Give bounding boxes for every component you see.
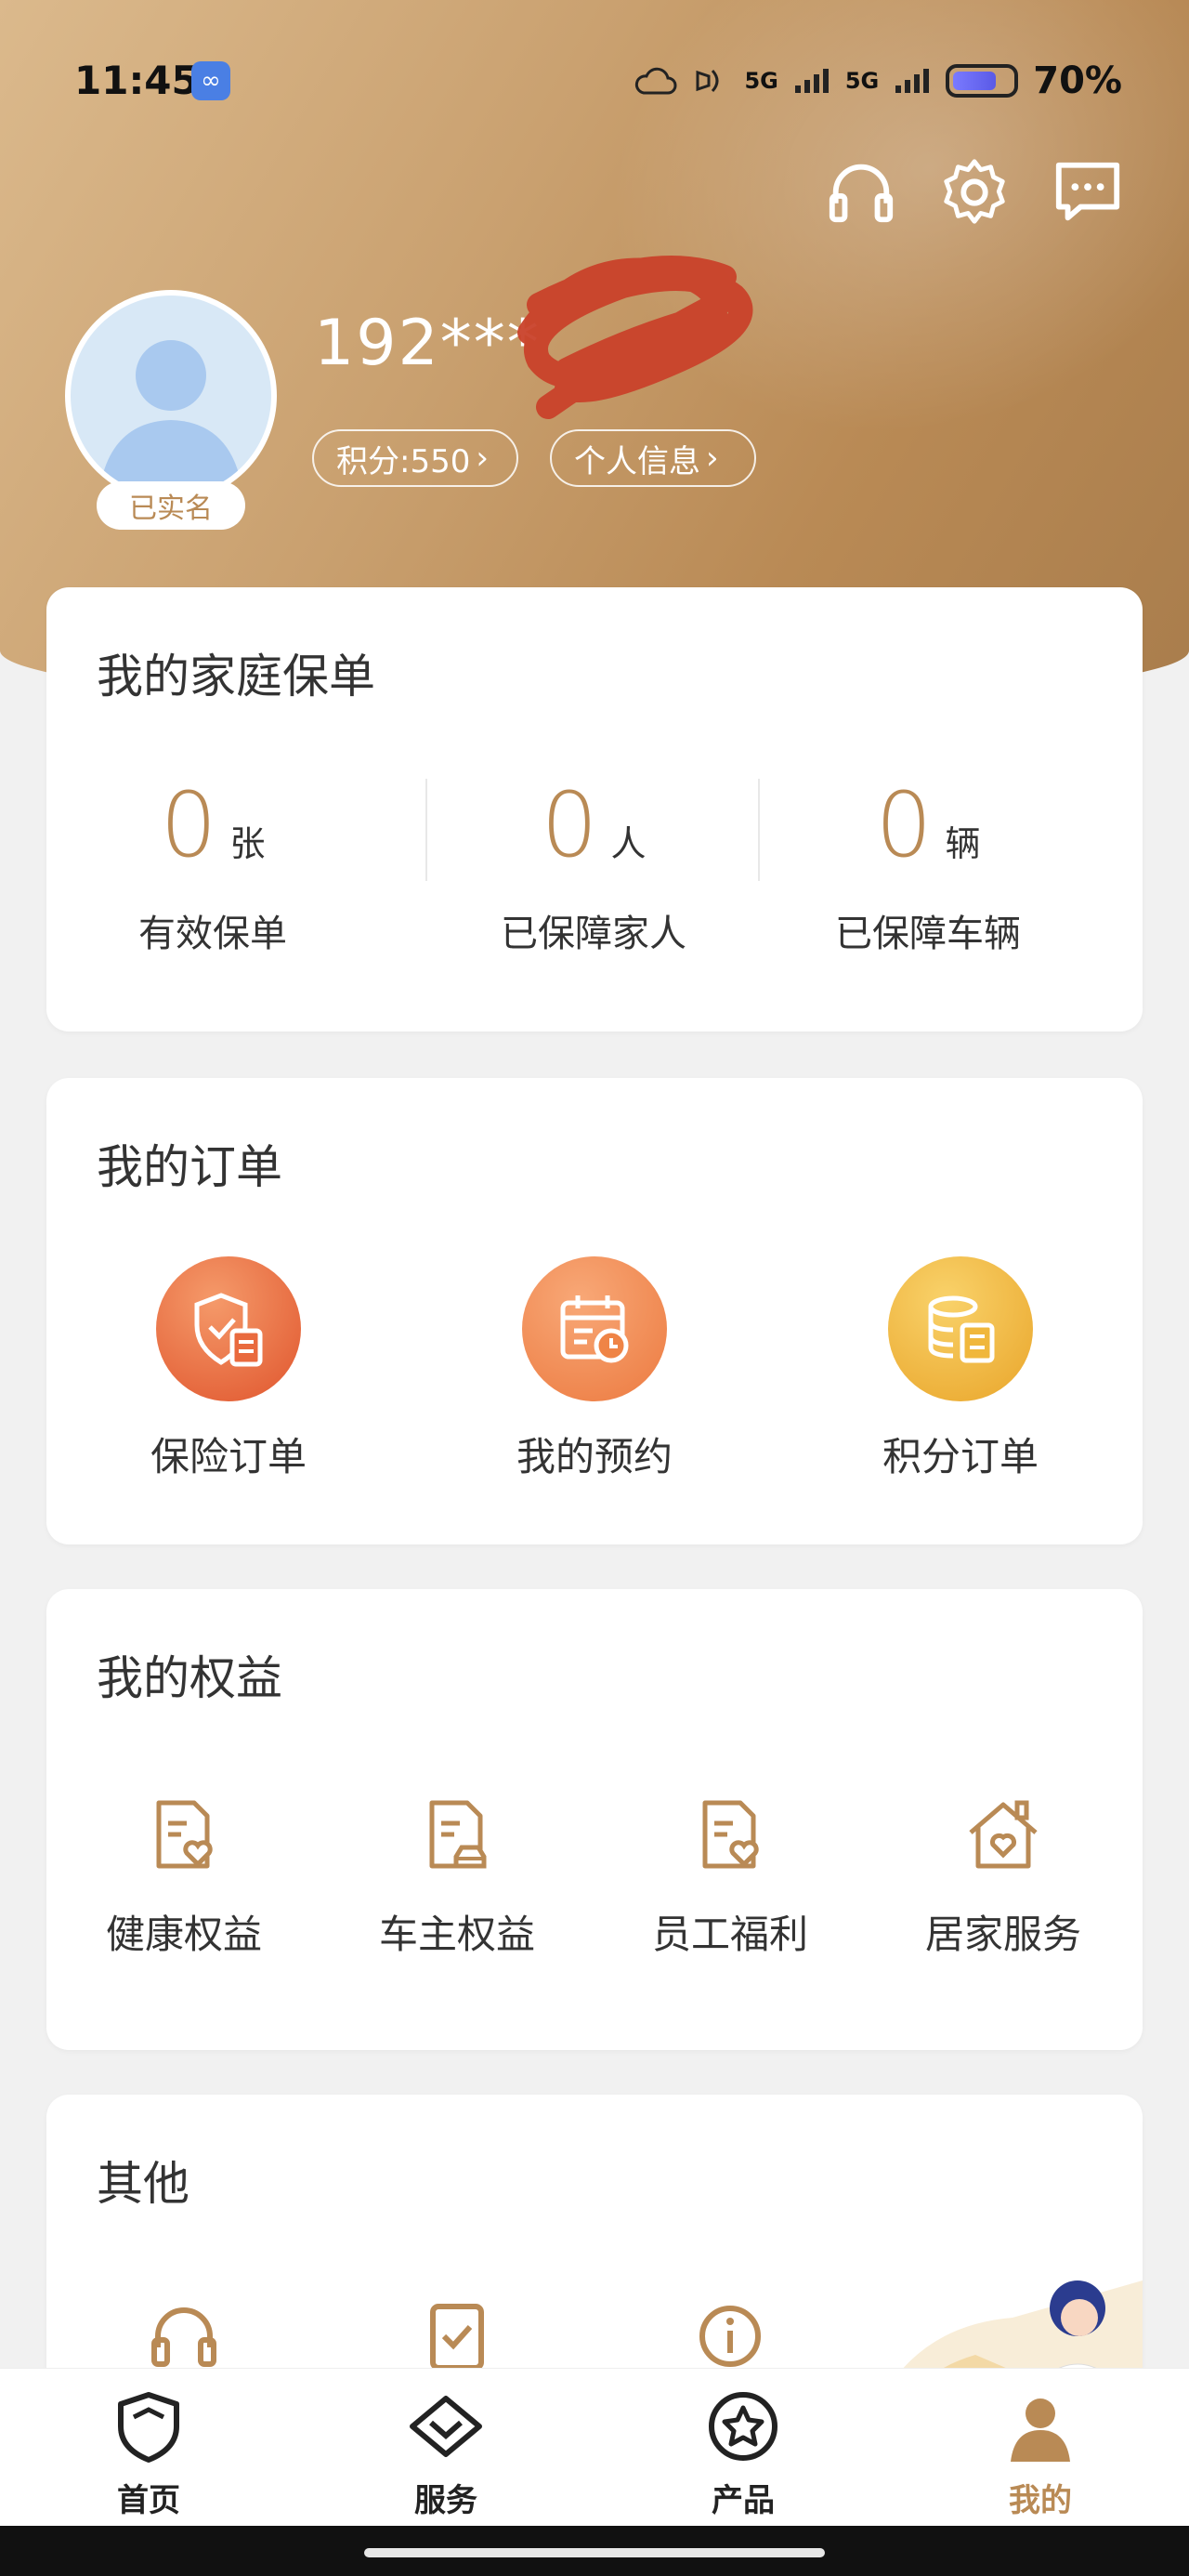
right-home-service[interactable]: 居家服务 (882, 1794, 1124, 1960)
right-label: 健康权益 (105, 1912, 262, 1957)
stat-label: 有效保单 (138, 913, 287, 955)
stat-value: 0 (160, 773, 217, 877)
verified-badge: 已实名 (97, 481, 245, 530)
stat-vehicles[interactable]: 0辆 (762, 773, 1094, 877)
order-appointment[interactable]: 我的预约 (483, 1256, 706, 1482)
gear-icon[interactable] (938, 156, 1011, 229)
shield-doc-icon (156, 1256, 301, 1401)
chevron-right-icon: › (706, 440, 719, 477)
nfc-icon (696, 69, 719, 93)
nav-label: 产品 (712, 2482, 775, 2519)
car-doc-icon (429, 1800, 487, 1869)
policy-card-title: 我的家庭保单 (97, 650, 375, 703)
stat-value: 0 (875, 773, 933, 877)
stat-family-members[interactable]: 0人 (427, 773, 760, 877)
order-label: 积分订单 (882, 1434, 1039, 1479)
stat-valid-policies[interactable]: 0张 (46, 773, 379, 877)
nav-label: 服务 (414, 2482, 477, 2519)
health-doc-icon (156, 1800, 213, 1869)
default-avatar-icon (98, 340, 243, 496)
status-indicators: 5G 5G 70% (633, 59, 1122, 102)
bottom-nav: 首页 服务 产品 我的 (0, 2368, 1189, 2526)
right-label: 车主权益 (378, 1912, 535, 1957)
stat-label: 已保障车辆 (835, 913, 1021, 955)
battery-icon (946, 64, 1019, 98)
redaction-scribble (517, 256, 753, 419)
battery-percent: 70% (1033, 59, 1122, 102)
order-insurance[interactable]: 保险订单 (117, 1256, 340, 1482)
rights-card-title: 我的权益 (97, 1651, 282, 1705)
points-pill[interactable]: 积分:550 › (312, 429, 518, 487)
header-actions (825, 156, 1124, 229)
calendar-clock-icon (522, 1256, 667, 1401)
headset-icon[interactable] (147, 2299, 221, 2373)
coin-doc-icon (888, 1256, 1033, 1401)
other-card-title: 其他 (97, 2157, 189, 2211)
stat-unit: 人 (610, 823, 647, 864)
nav-service[interactable]: 服务 (353, 2387, 539, 2520)
rights-card: 我的权益 健康权益 车主权益 员工福利 居家服务 (46, 1589, 1143, 2050)
person-icon (1011, 2399, 1070, 2462)
stat-unit: 张 (229, 823, 266, 864)
signal-2-icon (895, 69, 930, 93)
nav-label: 首页 (117, 2482, 180, 2519)
stat-unit: 辆 (945, 823, 981, 864)
stat-label: 已保障家人 (501, 913, 686, 955)
signal-1-label: 5G (744, 68, 778, 94)
order-label: 我的预约 (516, 1434, 673, 1479)
system-gesture-area (0, 2526, 1189, 2576)
right-car-owner[interactable]: 车主权益 (336, 1794, 578, 1960)
orders-card: 我的订单 保险订单 我的预约 积分订单 (46, 1078, 1143, 1544)
message-icon[interactable] (1052, 156, 1124, 229)
link-icon: ∞ (191, 61, 230, 100)
chevron-right-icon: › (476, 440, 489, 477)
headset-icon[interactable] (825, 156, 897, 229)
check-doc-icon[interactable] (420, 2299, 494, 2373)
nav-home[interactable]: 首页 (56, 2387, 242, 2520)
star-circle-icon (709, 2392, 777, 2461)
order-points[interactable]: 积分订单 (849, 1256, 1072, 1482)
right-label: 居家服务 (924, 1912, 1081, 1957)
right-employee-welfare[interactable]: 员工福利 (609, 1794, 851, 1960)
points-label: 积分:550 (336, 442, 471, 480)
profile-pill[interactable]: 个人信息 › (550, 429, 756, 487)
signal-2-label: 5G (844, 68, 880, 94)
status-time: 11:45 (74, 58, 199, 103)
nav-product[interactable]: 产品 (650, 2387, 836, 2520)
home-indicator[interactable] (364, 2548, 825, 2557)
order-label: 保险订单 (150, 1434, 307, 1479)
nav-label: 我的 (1009, 2482, 1072, 2519)
welfare-doc-icon (702, 1800, 759, 1869)
right-label: 员工福利 (651, 1912, 808, 1957)
family-policy-card[interactable]: 我的家庭保单 0张 有效保单 0人 已保障家人 0辆 已保障车辆 (46, 587, 1143, 1032)
orders-card-title: 我的订单 (97, 1140, 282, 1194)
info-icon[interactable] (693, 2299, 767, 2373)
diamond-check-icon (410, 2396, 482, 2457)
right-health[interactable]: 健康权益 (63, 1794, 305, 1960)
cloud-icon (635, 67, 677, 95)
nav-mine[interactable]: 我的 (947, 2387, 1133, 2520)
profile-label: 个人信息 (574, 442, 700, 480)
avatar-block[interactable]: 已实名 (65, 290, 281, 532)
avatar[interactable] (65, 290, 277, 502)
stat-value: 0 (541, 773, 598, 877)
home-heart-icon (969, 1800, 1038, 1869)
divider (758, 779, 760, 881)
shield-home-icon (118, 2392, 179, 2463)
signal-1-icon (794, 69, 829, 93)
status-bar: 11:45 ∞ 5G 5G 70% (0, 37, 1189, 121)
